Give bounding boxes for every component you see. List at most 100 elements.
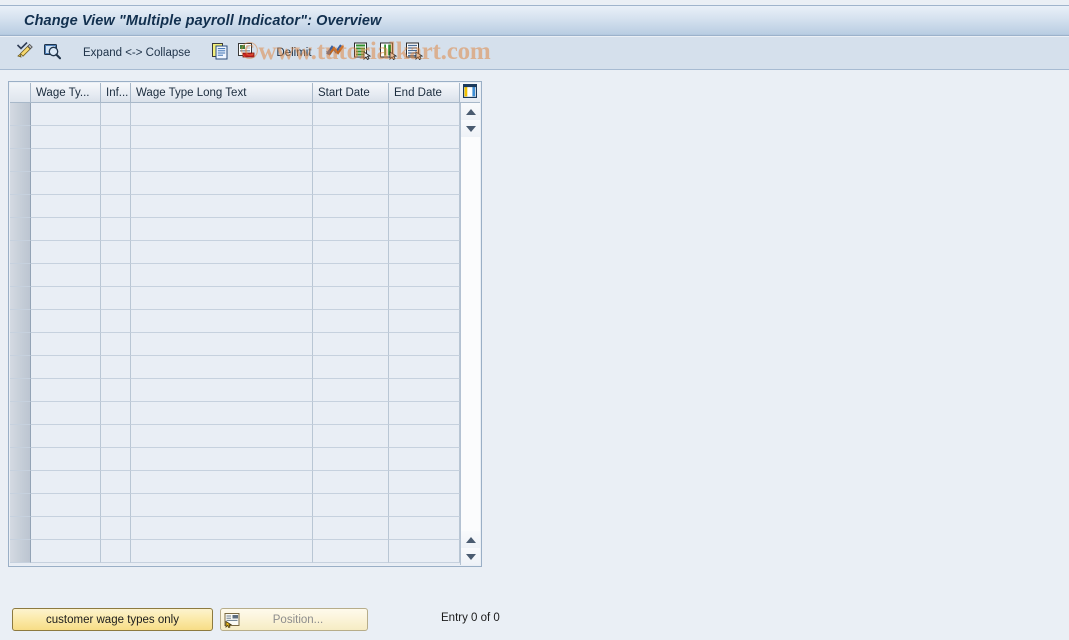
table-cell-wage_type_long_text[interactable] [131,126,313,149]
table-cell-end_date[interactable] [389,218,460,241]
table-cell-start_date[interactable] [313,241,389,264]
toolbar-expand-collapse-button[interactable]: Expand <-> Collapse [76,41,197,65]
table-cell-end_date[interactable] [389,517,460,540]
table-row[interactable] [10,195,460,218]
table-cell-start_date[interactable] [313,218,389,241]
table-row[interactable] [10,218,460,241]
table-cell-wage_type_long_text[interactable] [131,333,313,356]
table-cell-wage_type[interactable] [31,287,101,310]
table-cell-wage_type[interactable] [31,126,101,149]
table-cell-start_date[interactable] [313,333,389,356]
table-cell-end_date[interactable] [389,356,460,379]
table-row[interactable] [10,103,460,126]
table-cell-infotype[interactable] [101,103,131,126]
row-selector-cell[interactable] [10,425,31,448]
toolbar-display-button[interactable] [41,41,64,65]
row-selector-cell[interactable] [10,241,31,264]
table-cell-end_date[interactable] [389,310,460,333]
table-cell-infotype[interactable] [101,471,131,494]
table-row[interactable] [10,379,460,402]
table-row[interactable] [10,402,460,425]
row-selector-cell[interactable] [10,195,31,218]
table-row[interactable] [10,540,460,563]
row-selector-cell[interactable] [10,287,31,310]
table-cell-start_date[interactable] [313,195,389,218]
row-selector-cell[interactable] [10,471,31,494]
table-cell-wage_type_long_text[interactable] [131,425,313,448]
row-selector-cell[interactable] [10,448,31,471]
table-cell-wage_type[interactable] [31,218,101,241]
table-cell-wage_type[interactable] [31,195,101,218]
table-cell-start_date[interactable] [313,494,389,517]
table-cell-end_date[interactable] [389,540,460,563]
table-cell-end_date[interactable] [389,264,460,287]
row-selector-cell[interactable] [10,356,31,379]
row-selector-cell[interactable] [10,310,31,333]
table-row[interactable] [10,517,460,540]
table-cell-infotype[interactable] [101,241,131,264]
row-selector-cell[interactable] [10,494,31,517]
toolbar-select-all-button[interactable] [351,41,373,65]
table-cell-wage_type_long_text[interactable] [131,103,313,126]
table-cell-start_date[interactable] [313,264,389,287]
table-vertical-scrollbar[interactable] [460,103,480,565]
table-cell-infotype[interactable] [101,195,131,218]
table-cell-infotype[interactable] [101,494,131,517]
scrollbar-track[interactable] [461,137,480,531]
table-row[interactable] [10,126,460,149]
table-cell-start_date[interactable] [313,356,389,379]
column-header-end-date[interactable]: End Date [389,83,460,103]
table-cell-infotype[interactable] [101,218,131,241]
table-cell-wage_type[interactable] [31,149,101,172]
toolbar-undo-button[interactable] [323,41,347,65]
table-cell-infotype[interactable] [101,287,131,310]
table-cell-infotype[interactable] [101,356,131,379]
scroll-page-up-button[interactable] [461,120,480,137]
table-cell-infotype[interactable] [101,172,131,195]
table-cell-wage_type[interactable] [31,310,101,333]
table-cell-wage_type[interactable] [31,333,101,356]
table-row[interactable] [10,494,460,517]
table-cell-infotype[interactable] [101,425,131,448]
table-cell-wage_type_long_text[interactable] [131,287,313,310]
table-cell-wage_type[interactable] [31,103,101,126]
table-cell-end_date[interactable] [389,448,460,471]
row-selector-cell[interactable] [10,540,31,563]
scroll-up-button[interactable] [461,103,480,120]
table-cell-end_date[interactable] [389,471,460,494]
column-header-start-date[interactable]: Start Date [313,83,389,103]
table-cell-wage_type[interactable] [31,241,101,264]
table-row[interactable] [10,241,460,264]
table-cell-end_date[interactable] [389,241,460,264]
table-cell-end_date[interactable] [389,379,460,402]
table-cell-end_date[interactable] [389,149,460,172]
table-cell-infotype[interactable] [101,517,131,540]
table-cell-wage_type[interactable] [31,356,101,379]
table-cell-start_date[interactable] [313,517,389,540]
table-cell-wage_type[interactable] [31,402,101,425]
table-cell-wage_type[interactable] [31,540,101,563]
table-cell-wage_type_long_text[interactable] [131,402,313,425]
table-cell-wage_type_long_text[interactable] [131,471,313,494]
row-selector-cell[interactable] [10,402,31,425]
table-cell-end_date[interactable] [389,126,460,149]
table-cell-infotype[interactable] [101,126,131,149]
table-cell-wage_type_long_text[interactable] [131,310,313,333]
table-cell-wage_type_long_text[interactable] [131,517,313,540]
table-cell-wage_type[interactable] [31,172,101,195]
table-row[interactable] [10,287,460,310]
table-cell-infotype[interactable] [101,264,131,287]
table-cell-infotype[interactable] [101,379,131,402]
table-cell-wage_type_long_text[interactable] [131,540,313,563]
table-cell-wage_type[interactable] [31,379,101,402]
toolbar-copy-as-button[interactable] [209,41,231,65]
toolbar-pencil-check-button[interactable] [14,41,37,65]
table-cell-end_date[interactable] [389,402,460,425]
table-cell-end_date[interactable] [389,103,460,126]
row-selector-cell[interactable] [10,333,31,356]
row-selector-cell[interactable] [10,218,31,241]
table-settings-button[interactable] [460,83,480,103]
scroll-page-down-button[interactable] [461,531,480,548]
table-cell-infotype[interactable] [101,310,131,333]
column-header-wage-type-long-text[interactable]: Wage Type Long Text [131,83,313,103]
